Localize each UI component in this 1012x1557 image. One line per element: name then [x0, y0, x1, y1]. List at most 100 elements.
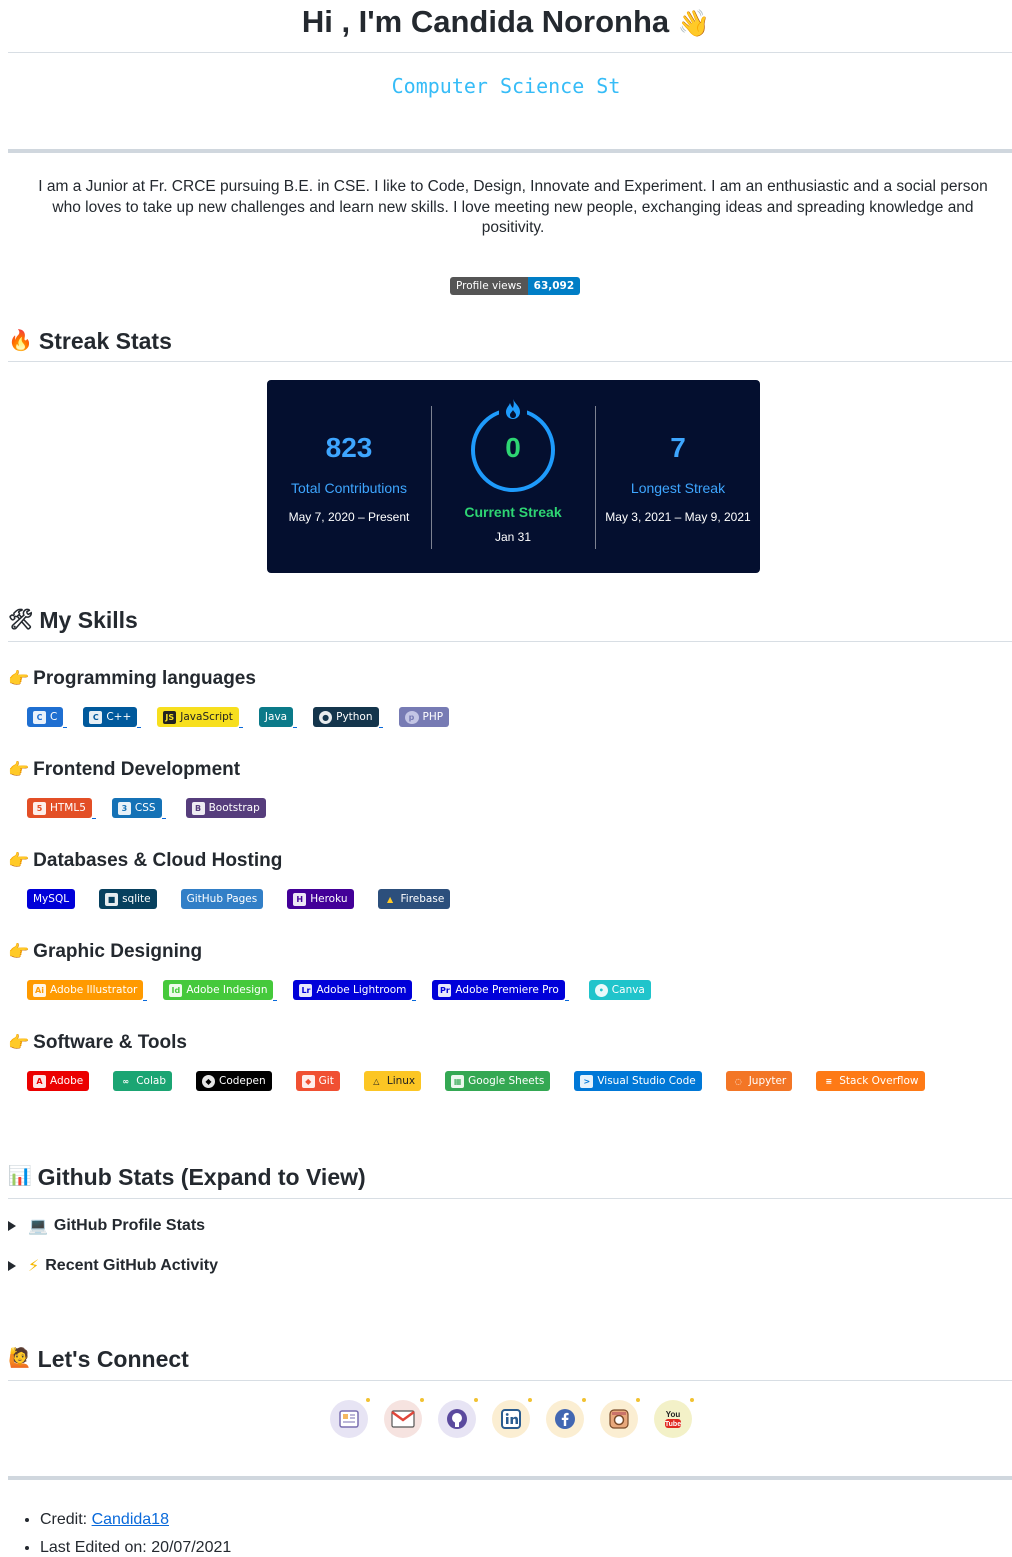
programming-badges: CC C C++ JS JavaScript Java ● Python p PHP	[27, 707, 450, 728]
skills-heading-text: My Skills	[39, 607, 138, 633]
total-contributions-label: Total Contributions	[291, 480, 407, 496]
typing-banner: Computer Science St	[391, 74, 621, 98]
connect-heading: 🙋 Let's Connect	[8, 1344, 189, 1374]
current-streak-label: Current Streak	[464, 504, 562, 520]
about-paragraph: I am a Junior at Fr. CRCE pursuing B.E. …	[38, 178, 988, 236]
github-icon[interactable]	[438, 1398, 478, 1438]
badge-python[interactable]: ● Python	[313, 707, 383, 728]
badge-adobe-illustrator[interactable]: Ai Adobe Illustrator	[27, 980, 148, 1001]
details-recent-activity[interactable]: ⚡ Recent GitHub Activity	[8, 1256, 218, 1276]
cpp-icon: C	[89, 710, 103, 724]
details-label: GitHub Profile Stats	[53, 1217, 206, 1234]
longest-streak-range: May 3, 2021 – May 9, 2021	[605, 510, 751, 524]
badge-google-sheets[interactable]: ▦ Google Sheets	[445, 1071, 551, 1091]
credit-link[interactable]: Candida18	[92, 1511, 169, 1528]
badge-heroku[interactable]: H Heroku	[287, 889, 354, 909]
details-github-profile-stats[interactable]: 💻 GitHub Profile Stats	[8, 1216, 205, 1236]
portfolio-icon[interactable]	[330, 1398, 370, 1438]
badge-sqlite[interactable]: ■ sqlite	[99, 889, 157, 909]
badge-linux[interactable]: △ Linux	[363, 1071, 422, 1091]
frontend-heading: 👉 Frontend Development	[8, 757, 240, 783]
badge-git[interactable]: ◆ Git	[295, 1071, 340, 1091]
google-sheets-icon: ▦	[451, 1074, 465, 1088]
fire-icon: 🔥	[8, 330, 33, 352]
linkedin-icon[interactable]	[492, 1398, 532, 1438]
badge-jupyter[interactable]: ◌ Jupyter	[725, 1071, 793, 1091]
sqlite-icon: ■	[105, 892, 119, 906]
divider	[8, 1380, 1012, 1381]
instagram-icon[interactable]	[600, 1398, 640, 1438]
badge-adobe-indesign[interactable]: Id Adobe Indesign	[163, 980, 278, 1001]
badge-github-pages[interactable]: GitHub Pages	[180, 889, 264, 909]
divider	[8, 641, 1012, 642]
badge-c[interactable]: CC	[27, 707, 68, 728]
pointing-hand-icon: 👉	[8, 1033, 30, 1052]
page-title: Hi , I'm Candida Noronha 👋	[0, 2, 1012, 43]
flame-icon	[506, 399, 520, 419]
colab-icon: ∞	[122, 1076, 130, 1086]
youtube-icon[interactable]: You Tube	[654, 1398, 694, 1438]
programming-heading: 👉 Programming languages	[8, 666, 256, 692]
credit-label: Credit:	[40, 1511, 88, 1528]
illustrator-icon: Ai	[33, 983, 46, 997]
premiere-icon: Pr	[438, 983, 452, 997]
streak-stats-card[interactable]: 823 Total Contributions May 7, 2020 – Pr…	[267, 380, 760, 573]
badge-javascript[interactable]: JS JavaScript	[157, 707, 243, 728]
badge-codepen[interactable]: ◆ Codepen	[196, 1071, 272, 1091]
streak-heading: 🔥 Streak Stats	[8, 326, 172, 356]
divider	[8, 52, 1012, 53]
current-streak: 0 Current Streak Jan 31	[431, 432, 595, 544]
graphic-heading-text: Graphic Designing	[33, 941, 203, 962]
databases-heading: 👉 Databases & Cloud Hosting	[8, 848, 282, 874]
badge-cpp[interactable]: C C++	[83, 707, 142, 728]
gmail-icon[interactable]	[384, 1398, 424, 1438]
badge-mysql[interactable]: MySQL	[27, 889, 76, 909]
python-icon: ●	[319, 710, 333, 724]
linux-icon: △	[373, 1076, 380, 1086]
badge-css[interactable]: 3 CSS	[111, 798, 166, 819]
lightning-icon: ⚡	[28, 1258, 40, 1275]
badge-adobe-premiere-pro[interactable]: Pr Adobe Premiere Pro	[432, 980, 570, 1001]
database-badges: MySQL ■ sqlite GitHub Pages H Heroku ▲ Fire…	[27, 889, 451, 909]
last-edited-item: Last Edited on: 20/07/2021	[40, 1534, 231, 1557]
html5-icon: 5	[33, 801, 46, 815]
svg-text:You: You	[666, 1410, 681, 1419]
waving-hand-icon: 👋	[677, 8, 711, 38]
connect-heading-text: Let's Connect	[37, 1346, 189, 1372]
disclosure-triangle-icon	[8, 1221, 16, 1231]
longest-streak: 7 Longest Streak May 3, 2021 – May 9, 20…	[596, 432, 760, 524]
badge-canva[interactable]: • Canva	[588, 980, 651, 1000]
pointing-hand-icon: 👉	[8, 942, 30, 961]
badge-bootstrap[interactable]: B Bootstrap	[185, 798, 266, 818]
badge-html5[interactable]: 5 HTML5	[27, 798, 96, 819]
profile-views-badge[interactable]: Profile views 63,092	[450, 277, 581, 295]
jupyter-icon: ◌	[734, 1076, 742, 1086]
credit-item: Credit: Candida18	[40, 1506, 231, 1534]
tools-icon: 🛠	[8, 609, 34, 631]
adobe-icon: A	[33, 1074, 46, 1088]
codepen-icon: ◆	[202, 1074, 215, 1088]
badge-firebase[interactable]: ▲ Firebase	[377, 889, 451, 909]
c-icon: C	[33, 710, 46, 724]
badge-java[interactable]: Java	[258, 707, 298, 728]
badge-adobe-lightroom[interactable]: Lr Adobe Lightroom	[293, 980, 417, 1001]
divider	[8, 1476, 1012, 1480]
graphic-badges: Ai Adobe Illustrator Id Adobe Indesign Lr A…	[27, 980, 651, 1001]
programming-heading-text: Programming languages	[33, 668, 256, 689]
badge-php[interactable]: p PHP	[398, 707, 450, 727]
details-label: Recent GitHub Activity	[45, 1257, 218, 1274]
footer-list: Credit: Candida18 Last Edited on: 20/07/…	[40, 1506, 231, 1557]
canva-icon: •	[594, 983, 608, 997]
facebook-icon[interactable]	[546, 1398, 586, 1438]
badge-adobe[interactable]: A Adobe	[27, 1071, 90, 1091]
current-streak-date: Jan 31	[494, 530, 532, 544]
php-icon: p	[404, 710, 419, 724]
github-stats-heading: 📊 Github Stats (Expand to View)	[8, 1162, 366, 1192]
total-contributions: 823 Total Contributions May 7, 2020 – Pr…	[267, 432, 431, 524]
graphic-heading: 👉 Graphic Designing	[8, 939, 202, 965]
badge-visual-studio-code[interactable]: > Visual Studio Code	[574, 1071, 702, 1091]
badge-colab[interactable]: ∞ Colab	[113, 1071, 172, 1091]
current-streak-value: 0	[505, 432, 521, 463]
profile-views-label: Profile views	[450, 277, 528, 295]
badge-stack-overflow[interactable]: ≡ Stack Overflow	[816, 1071, 925, 1091]
